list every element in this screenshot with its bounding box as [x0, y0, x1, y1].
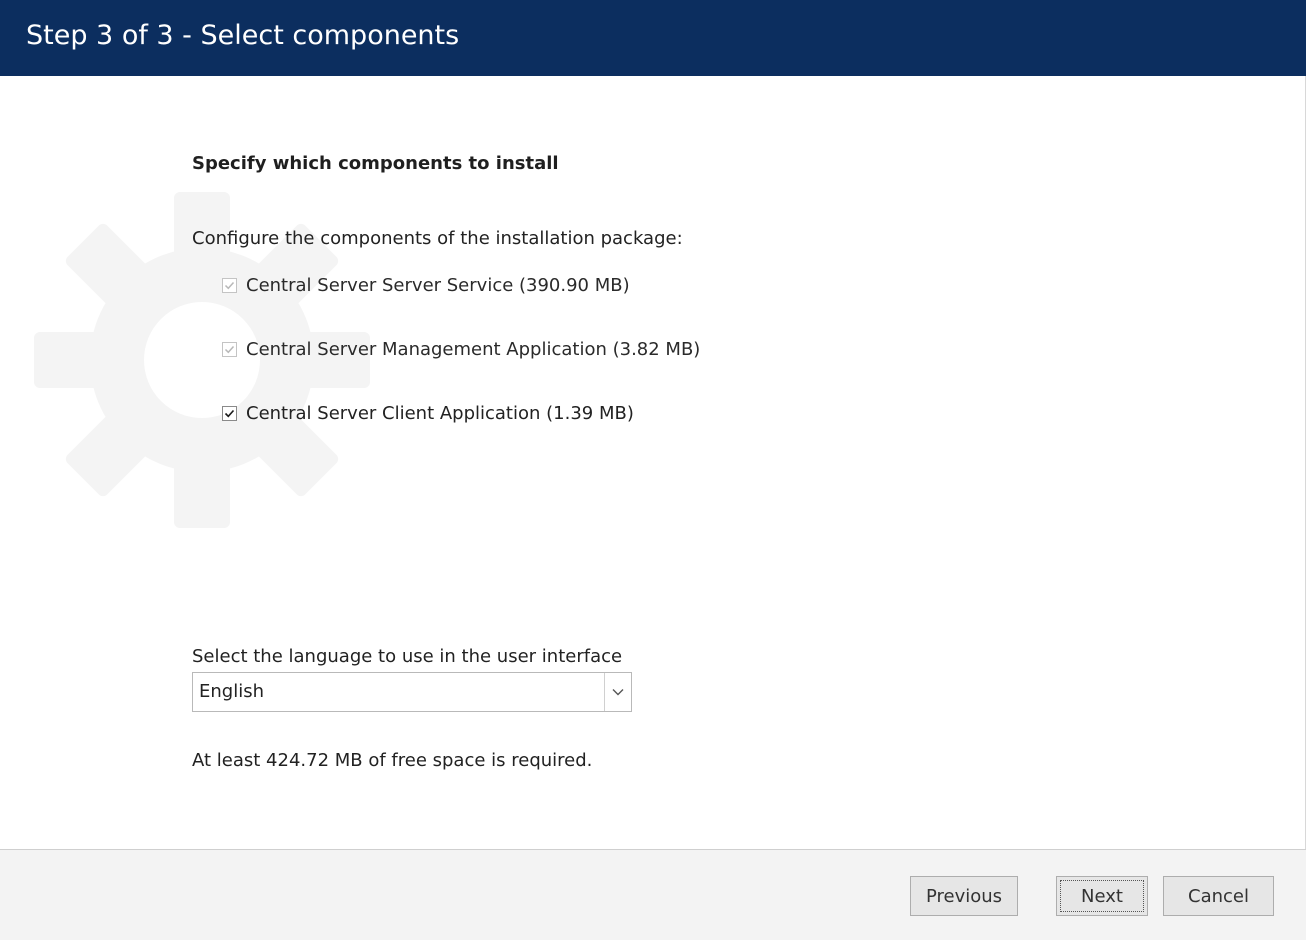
section-heading: Specify which components to install — [192, 153, 559, 174]
footer-bar: Previous Next Cancel — [0, 849, 1306, 940]
server-service-checkbox — [222, 277, 237, 293]
checkmark-icon — [224, 409, 235, 417]
server-service-label: Central Server Server Service (390.90 MB… — [246, 274, 630, 296]
component-management-app: Central Server Management Application (3… — [222, 336, 700, 362]
client-app-label[interactable]: Central Server Client Application (1.39 … — [246, 403, 634, 424]
checkmark-icon — [224, 345, 235, 353]
window-title: Step 3 of 3 - Select components — [26, 20, 460, 51]
management-app-label: Central Server Management Application (3… — [246, 338, 701, 360]
management-app-checkbox — [222, 341, 237, 357]
component-client-app[interactable]: Central Server Client Application (1.39 … — [222, 400, 634, 426]
language-value: English — [199, 681, 264, 702]
language-select[interactable]: English — [192, 672, 632, 712]
checkmark-icon — [224, 281, 235, 289]
title-bar: Step 3 of 3 - Select components — [0, 0, 1306, 76]
free-space-note: At least 424.72 MB of free space is requ… — [192, 750, 593, 771]
installer-window: Step 3 of 3 - Select components Specify … — [0, 0, 1306, 940]
component-server-service: Central Server Server Service (390.90 MB… — [222, 272, 630, 298]
chevron-down-icon — [612, 689, 624, 696]
language-label: Select the language to use in the user i… — [192, 646, 623, 667]
previous-button[interactable]: Previous — [910, 876, 1018, 916]
dropdown-button[interactable] — [604, 673, 631, 711]
next-button[interactable]: Next — [1056, 876, 1148, 916]
cancel-button[interactable]: Cancel — [1163, 876, 1274, 916]
client-app-checkbox[interactable] — [222, 405, 237, 421]
configure-label: Configure the components of the installa… — [192, 228, 683, 249]
